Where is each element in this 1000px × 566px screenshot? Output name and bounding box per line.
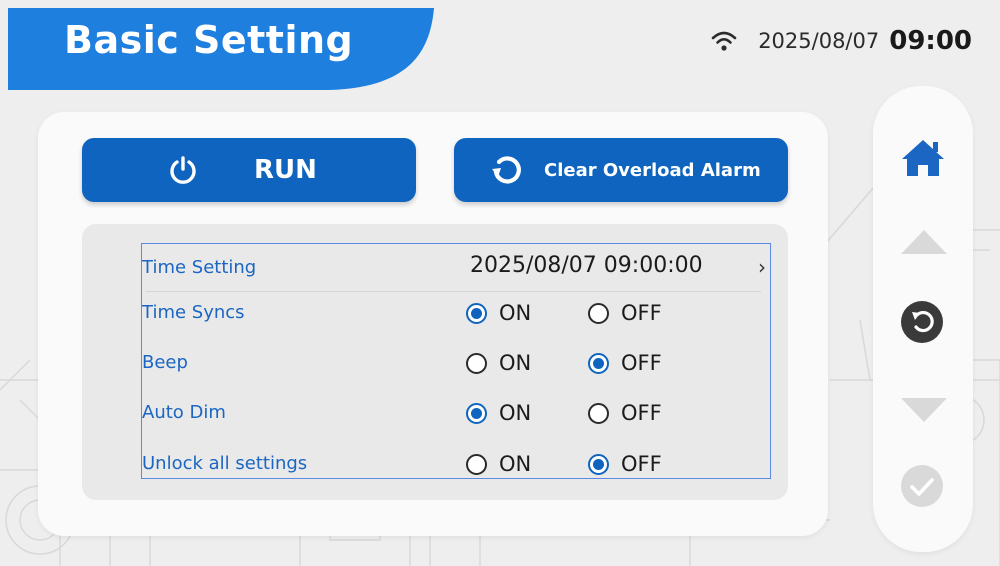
chevron-right-icon: › [758,255,766,279]
wifi-icon [711,31,737,51]
setting-row-time-syncs: Time Syncs ON OFF [142,289,769,337]
unlock-all-off-label: OFF [621,452,662,476]
auto-dim-off-option[interactable]: OFF [588,389,662,437]
confirm-icon[interactable] [900,464,944,508]
clear-overload-alarm-button[interactable]: Clear Overload Alarm [454,138,788,202]
setting-row-auto-dim: Auto Dim ON OFF [142,389,769,437]
beep-on-option[interactable]: ON [466,339,531,387]
auto-dim-label: Auto Dim [142,402,226,423]
time-syncs-on-radio[interactable] [466,302,487,324]
time-syncs-off-option[interactable]: OFF [588,289,662,337]
refresh-icon [492,156,521,184]
status-time: 09:00 [889,26,972,56]
settings-list: Time Setting 2025/08/07 09:00:00 › Time … [141,243,771,479]
time-setting-label: Time Setting [142,257,257,278]
clear-overload-alarm-label: Clear Overload Alarm [544,159,761,181]
setting-row-beep: Beep ON OFF [142,339,769,387]
auto-dim-on-radio[interactable] [466,402,487,424]
unlock-all-off-radio[interactable] [588,453,609,475]
unlock-all-off-option[interactable]: OFF [588,440,662,488]
auto-dim-on-option[interactable]: ON [466,389,531,437]
auto-dim-off-radio[interactable] [588,402,609,424]
unlock-all-on-label: ON [499,452,532,476]
beep-off-radio[interactable] [588,352,609,374]
time-syncs-off-label: OFF [621,301,662,325]
beep-off-label: OFF [621,351,662,375]
unlock-all-settings-label: Unlock all settings [142,453,308,474]
unlock-all-on-radio[interactable] [466,453,487,475]
setting-row-unlock-all-settings: Unlock all settings ON OFF [142,440,769,488]
beep-on-radio[interactable] [466,352,487,374]
status-date: 2025/08/07 [758,29,880,53]
time-syncs-label: Time Syncs [142,302,245,323]
run-button-label: RUN [254,155,317,185]
time-setting-value: 2025/08/07 09:00:00 [470,253,703,278]
unlock-all-on-option[interactable]: ON [466,440,531,488]
arrow-up-icon[interactable] [899,228,949,256]
home-icon[interactable] [900,138,946,178]
status-bar: 2025/08/07 09:00 [710,26,972,56]
auto-dim-off-label: OFF [621,401,662,425]
time-syncs-off-radio[interactable] [588,302,609,324]
setting-row-time-setting[interactable]: Time Setting 2025/08/07 09:00:00 › [142,244,769,292]
beep-on-label: ON [499,351,532,375]
time-syncs-on-label: ON [499,301,532,325]
page-title: Basic Setting [64,18,354,62]
arrow-down-icon[interactable] [899,396,949,424]
power-icon [170,156,196,184]
run-button[interactable]: RUN [82,138,416,202]
time-syncs-on-option[interactable]: ON [466,289,531,337]
back-icon[interactable] [900,300,944,344]
beep-off-option[interactable]: OFF [588,339,662,387]
beep-label: Beep [142,352,188,373]
auto-dim-on-label: ON [499,401,532,425]
